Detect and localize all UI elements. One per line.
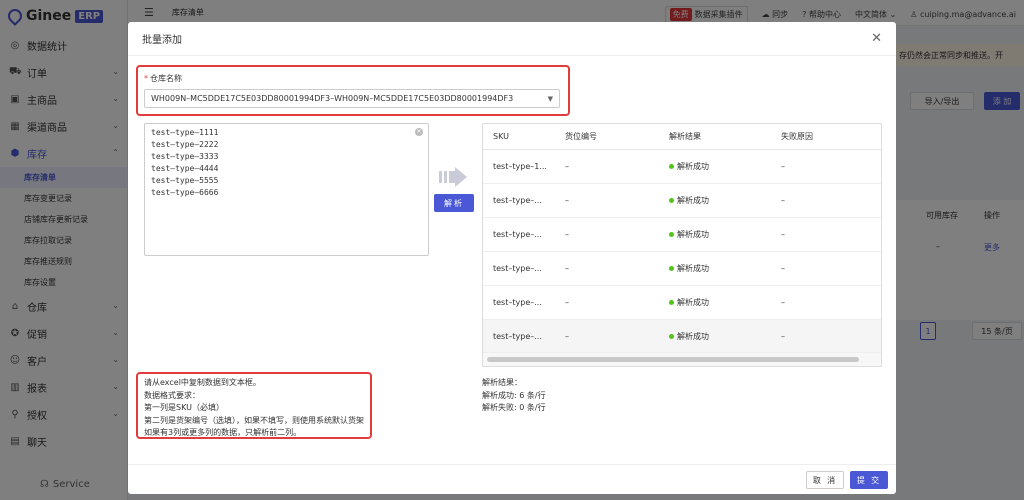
- cell-reason: –: [781, 298, 785, 307]
- input-line: test–type–2222: [151, 140, 219, 149]
- input-line: test–type–6666: [151, 188, 219, 197]
- table-header: SKU 货位编号 解析结果 失败原因: [483, 124, 881, 150]
- summary-line: 解析成功: 6 条/行: [482, 390, 546, 400]
- modal-footer: 取 消 提 交: [128, 464, 896, 494]
- result-text: 解析成功: [677, 298, 709, 307]
- table-row: test–type–... – 解析成功 –: [483, 286, 881, 320]
- cell-location: –: [565, 264, 569, 273]
- success-dot-icon: [669, 266, 674, 271]
- table-row: test–type–... – 解析成功 –: [483, 218, 881, 252]
- cell-reason: –: [781, 196, 785, 205]
- table-row: test–type–1... – 解析成功 –: [483, 150, 881, 184]
- cell-sku: test–type–...: [493, 230, 542, 239]
- submit-button[interactable]: 提 交: [850, 471, 888, 489]
- warehouse-label: * 仓库名称: [144, 73, 182, 84]
- required-mark: *: [144, 74, 148, 83]
- cell-location: –: [565, 298, 569, 307]
- modal-title: 批量添加: [142, 35, 182, 46]
- success-dot-icon: [669, 232, 674, 237]
- close-icon[interactable]: ✕: [871, 31, 882, 46]
- arrow-right-icon: [439, 167, 467, 187]
- input-line: test–type–1111: [151, 128, 219, 137]
- horizontal-scrollbar-track[interactable]: [483, 352, 881, 366]
- result-text: 解析成功: [677, 162, 709, 171]
- table-row: test–type–... – 解析成功 –: [483, 252, 881, 286]
- warehouse-select-value: WH009N–MC5DDE17C5E03DD80001994DF3–WH009N…: [151, 94, 514, 103]
- cell-sku: test–type–...: [493, 332, 542, 341]
- instruction-line: 如果有3列或更多列的数据，只解析前二列。: [144, 428, 302, 437]
- header-sku: SKU: [493, 132, 509, 141]
- input-line: test–type–5555: [151, 176, 219, 185]
- summary-line: 解析结果：: [482, 378, 522, 387]
- summary-line: 解析失败: 0 条/行: [482, 403, 546, 412]
- cell-sku: test–type–...: [493, 298, 542, 307]
- batch-add-modal: 批量添加 ✕ * 仓库名称 WH009N–MC5DDE17C5E03DD80001…: [128, 22, 896, 494]
- cell-sku: test–type–...: [493, 196, 542, 205]
- warehouse-label-text: 仓库名称: [150, 74, 182, 83]
- input-line: test–type–3333: [151, 152, 219, 161]
- parse-result-table: SKU 货位编号 解析结果 失败原因 test–type–1... – 解析成功 – t…: [482, 123, 882, 367]
- cell-reason: –: [781, 162, 785, 171]
- instruction-line: 数据格式要求：: [144, 390, 200, 400]
- table-row: test–type–... – 解析成功 –: [483, 184, 881, 218]
- success-dot-icon: [669, 300, 674, 305]
- header-result: 解析结果: [669, 132, 701, 141]
- table-row: test–type–... – 解析成功 –: [483, 320, 881, 354]
- horizontal-scrollbar-thumb[interactable]: [487, 357, 859, 362]
- cell-sku: test–type–...: [493, 264, 542, 273]
- format-instructions: 请从excel中复制数据到文本框。 数据格式要求： 第一列是SKU（必填） 第二列是货…: [144, 377, 364, 440]
- cell-result: 解析成功: [659, 229, 771, 240]
- result-text: 解析成功: [677, 230, 709, 239]
- success-dot-icon: [669, 198, 674, 203]
- cell-reason: –: [781, 230, 785, 239]
- cell-sku: test–type–1...: [493, 162, 547, 171]
- cell-location: –: [565, 230, 569, 239]
- modal-header: 批量添加: [128, 22, 896, 56]
- parse-button[interactable]: 解析: [434, 194, 474, 212]
- cell-location: –: [565, 162, 569, 171]
- caret-down-icon: ▼: [547, 95, 553, 103]
- instruction-line: 请从excel中复制数据到文本框。: [144, 378, 261, 387]
- cell-reason: –: [781, 264, 785, 273]
- cell-result: 解析成功: [659, 161, 771, 172]
- cell-result: 解析成功: [659, 263, 771, 274]
- warehouse-select[interactable]: WH009N–MC5DDE17C5E03DD80001994DF3–WH009N…: [144, 89, 560, 108]
- cell-result: 解析成功: [659, 297, 771, 308]
- sku-input-textarea[interactable]: test–type–1111 test–type–2222 test–type–33…: [144, 123, 429, 256]
- input-line: test–type–4444: [151, 164, 219, 173]
- header-location: 货位编号: [565, 132, 597, 141]
- parse-summary: 解析结果： 解析成功: 6 条/行 解析失败: 0 条/行: [482, 377, 546, 415]
- cell-result: 解析成功: [659, 331, 771, 342]
- cell-location: –: [565, 196, 569, 205]
- cell-reason: –: [781, 332, 785, 341]
- cell-location: –: [565, 332, 569, 341]
- cancel-button[interactable]: 取 消: [806, 471, 844, 489]
- result-text: 解析成功: [677, 332, 709, 341]
- result-text: 解析成功: [677, 264, 709, 273]
- result-text: 解析成功: [677, 196, 709, 205]
- instruction-line: 第一列是SKU（必填）: [144, 403, 224, 412]
- success-dot-icon: [669, 164, 674, 169]
- header-reason: 失败原因: [781, 132, 813, 141]
- clear-icon[interactable]: ✕: [415, 128, 423, 136]
- cell-result: 解析成功: [659, 195, 771, 206]
- success-dot-icon: [669, 334, 674, 339]
- instruction-line: 第二列是货架编号（选填），如果不填写，则使用系统默认货架: [144, 415, 364, 425]
